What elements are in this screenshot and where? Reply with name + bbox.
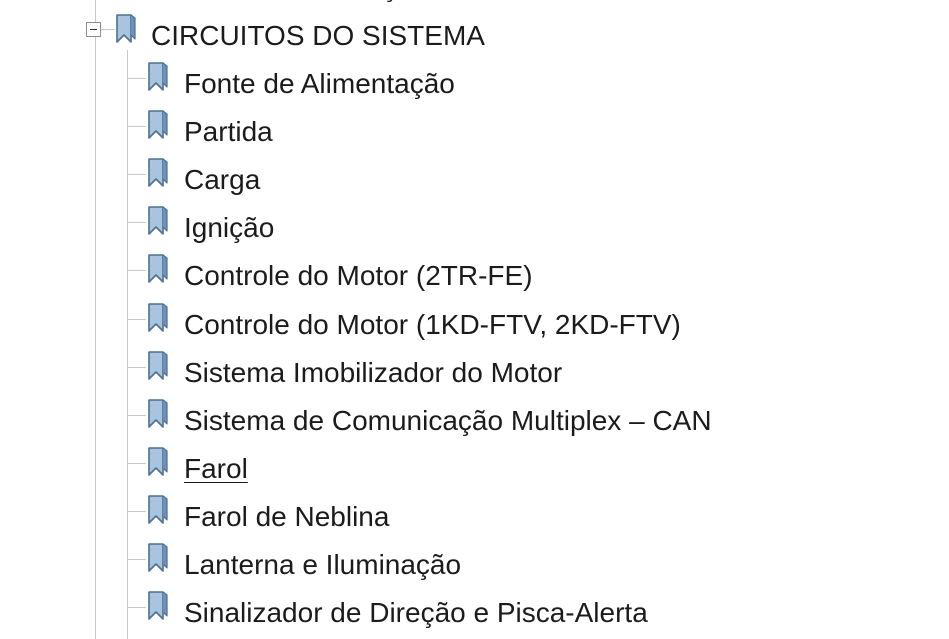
tree-guide-line-root	[95, 0, 96, 639]
tree-item-label[interactable]: Ignição	[184, 211, 274, 245]
tree-item-label[interactable]: Sinalizador de Direção e Pisca-Alerta	[184, 596, 648, 630]
bookmark-icon	[146, 205, 170, 237]
bookmark-icon	[146, 253, 170, 285]
tree-item-label[interactable]: Partida	[184, 115, 273, 149]
tree-item-circuitos-do-sistema[interactable]: CIRCUITOS DO SISTEMA	[151, 19, 485, 53]
tree-connector	[128, 415, 146, 416]
tree-item-label[interactable]: Controle do Motor (1KD-FTV, 2KD-FTV)	[184, 308, 681, 342]
bookmark-icon	[146, 302, 170, 334]
bookmark-icon	[146, 398, 170, 430]
tree-item-label[interactable]: Carga	[184, 163, 260, 197]
tree-connector	[128, 222, 146, 223]
tree-connector	[128, 174, 146, 175]
tree-item-label[interactable]: Controle do Motor (2TR-FE)	[184, 259, 533, 293]
tree-item-label[interactable]: Farol	[184, 452, 248, 486]
tree-connector	[128, 126, 146, 127]
clipped-previous-item: ç	[382, 0, 396, 4]
tree-connector	[128, 559, 146, 560]
tree-connector-parent	[101, 29, 115, 30]
tree-connector	[128, 463, 146, 464]
tree-connector	[128, 78, 146, 79]
bookmark-icon	[146, 542, 170, 574]
tree-item-label[interactable]: Sistema Imobilizador do Motor	[184, 356, 562, 390]
tree-connector	[128, 367, 146, 368]
tree-connector	[128, 511, 146, 512]
bookmark-icon	[146, 590, 170, 622]
bookmark-icon	[146, 446, 170, 478]
tree-item-label[interactable]: Sistema de Comunicação Multiplex – CAN	[184, 404, 712, 438]
tree-item-label[interactable]: Farol de Neblina	[184, 500, 389, 534]
bookmark-tree: ç CIRCUITOS DO SISTEMA Fonte de Alimenta…	[0, 0, 949, 639]
bookmark-icon	[146, 494, 170, 526]
bookmark-icon	[114, 13, 138, 45]
collapse-toggle[interactable]	[86, 22, 101, 37]
tree-connector	[128, 607, 146, 608]
bookmark-icon	[146, 61, 170, 93]
bookmark-icon	[146, 157, 170, 189]
tree-item-label[interactable]: Fonte de Alimentação	[184, 67, 455, 101]
bookmark-icon	[146, 350, 170, 382]
tree-item-label[interactable]: Lanterna e Iluminação	[184, 548, 461, 582]
bookmark-icon	[146, 109, 170, 141]
tree-connector	[128, 270, 146, 271]
tree-guide-line-children	[127, 50, 128, 639]
tree-connector	[128, 319, 146, 320]
